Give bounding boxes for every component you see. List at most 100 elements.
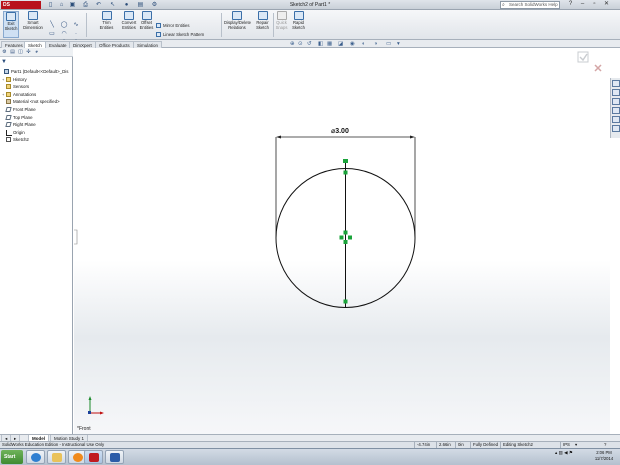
file-explorer-icon[interactable] xyxy=(612,98,620,105)
view-settings-icon[interactable]: ▭ xyxy=(386,41,391,48)
tree-item-origin[interactable]: Origin xyxy=(0,129,73,137)
exit-sketch-label: Exit Sketch xyxy=(4,21,18,31)
rapid-sketch-button[interactable]: Rapid Sketch xyxy=(290,11,307,38)
help-icon[interactable]: ? xyxy=(566,1,575,9)
edit-appearance-icon[interactable]: ◐ xyxy=(362,41,365,48)
filter-icon[interactable]: ▼ xyxy=(1,59,7,65)
tray-arrow-icon[interactable]: ▴ xyxy=(555,450,557,455)
network-icon[interactable]: ▥ xyxy=(559,450,563,455)
view-orientation-icon[interactable]: ▦ xyxy=(327,41,332,48)
point-tool-icon[interactable]: · xyxy=(72,31,80,38)
undo-icon[interactable]: ↶ xyxy=(94,1,103,9)
custom-properties-icon[interactable] xyxy=(612,125,620,132)
solidworks-logo[interactable]: DS SOLIDWORKS xyxy=(1,1,41,16)
tree-item-annotations[interactable]: + Annotations xyxy=(0,91,73,99)
display-delete-relations-button[interactable]: Display/Delete Relations xyxy=(224,11,251,38)
zoom-to-fit-icon[interactable]: ⊕ xyxy=(290,41,295,48)
view-settings-dropdown-icon[interactable]: ▾ xyxy=(397,41,400,48)
save-icon[interactable]: ▣ xyxy=(68,1,77,9)
plane-icon xyxy=(5,122,12,128)
feature-manager-tab-icon[interactable]: ⚙ xyxy=(1,49,8,56)
trim-entities-button[interactable]: Trim Entities xyxy=(95,11,118,38)
relation-marker-top[interactable] xyxy=(343,159,348,163)
circle-tool-icon[interactable]: ◯ xyxy=(60,22,68,29)
tree-item-sensors[interactable]: Sensors xyxy=(0,83,73,91)
rebuild-icon[interactable]: ● xyxy=(122,1,131,9)
solidworks-resources-icon[interactable] xyxy=(612,80,620,87)
tab-evaluate[interactable]: Evaluate xyxy=(45,41,71,48)
configuration-manager-tab-icon[interactable]: ◫ xyxy=(17,49,24,56)
tab-simulation[interactable]: Simulation xyxy=(133,41,163,48)
volume-icon[interactable]: ◀ xyxy=(564,450,567,455)
select-icon[interactable]: ↖ xyxy=(108,1,117,9)
tree-item-material[interactable]: Material <not specified> xyxy=(0,98,73,106)
open-icon[interactable]: ⌂ xyxy=(57,1,66,9)
sketch-canvas[interactable] xyxy=(74,48,610,434)
minimize-button[interactable]: – xyxy=(578,1,587,9)
zoom-to-area-icon[interactable]: ⊙ xyxy=(298,41,303,48)
design-library-icon[interactable] xyxy=(612,89,620,96)
view-palette-icon[interactable] xyxy=(612,107,620,114)
origin-marker-right xyxy=(348,235,352,240)
quick-snaps-button[interactable]: Quick Snaps xyxy=(275,11,288,38)
print-icon[interactable]: ⎙ xyxy=(81,1,90,9)
mirror-entities-button[interactable]: Mirror Entities xyxy=(156,23,190,30)
taskbar-solidworks[interactable] xyxy=(84,450,103,464)
cancel-sketch-icon[interactable] xyxy=(594,64,602,72)
tree-item-part[interactable]: Part1 (Default<<Default>_Dis xyxy=(0,68,73,76)
linear-sketch-pattern-button[interactable]: Linear Sketch Pattern xyxy=(156,32,204,39)
tree-item-front-plane[interactable]: Front Plane xyxy=(0,106,73,114)
spline-tool-icon[interactable]: ∿ xyxy=(72,22,80,29)
new-document-icon[interactable]: ▯ xyxy=(46,1,55,9)
tree-item-label: Origin xyxy=(13,129,25,135)
tree-item-top-plane[interactable]: Top Plane xyxy=(0,114,73,122)
center-point[interactable] xyxy=(343,230,348,235)
convert-entities-button[interactable]: Convert Entities xyxy=(119,11,139,38)
appearances-scenes-icon[interactable] xyxy=(612,116,620,123)
file-properties-icon[interactable]: ▤ xyxy=(136,1,145,9)
offset-entities-button[interactable]: Offset Entities xyxy=(139,11,154,38)
taskbar-ie[interactable] xyxy=(26,450,45,464)
taskbar-explorer[interactable] xyxy=(47,450,66,464)
tab-sketch[interactable]: Sketch xyxy=(24,41,46,48)
options-icon[interactable]: ⚙ xyxy=(150,1,159,9)
line-tool-icon[interactable]: ╲ xyxy=(48,22,56,29)
tree-item-right-plane[interactable]: Right Plane xyxy=(0,121,73,129)
exit-sketch-confirm-icon[interactable] xyxy=(577,51,589,63)
previous-view-icon[interactable]: ↺ xyxy=(307,41,312,48)
dimxpert-manager-tab-icon[interactable]: ✣ xyxy=(25,49,32,56)
diameter-dimension-label[interactable]: ⌀3.00 xyxy=(331,127,349,135)
tree-item-sketch2[interactable]: Sketch2 xyxy=(0,136,73,144)
display-manager-tab-icon[interactable]: ◕ xyxy=(33,49,40,56)
rectangle-tool-icon[interactable]: ▭ xyxy=(48,31,56,38)
model-tabs: ◂ ▸ Model Motion Study 1 xyxy=(0,434,620,442)
start-button[interactable]: Start xyxy=(1,450,23,464)
graphics-area[interactable]: ⌀3.00 *Front xyxy=(74,48,610,434)
help-search-input[interactable]: ⌕ Search SolidWorks Help xyxy=(500,1,560,9)
display-style-icon[interactable]: ◪ xyxy=(338,41,343,48)
taskbar-word[interactable] xyxy=(105,450,124,464)
tab-features[interactable]: Features xyxy=(1,41,27,48)
taskbar-clock[interactable]: 2:06 PM 11/7/2014 xyxy=(590,450,618,464)
apply-scene-icon[interactable]: ◑ xyxy=(374,41,377,48)
system-tray: ▴ ▥ ◀ ⚑ xyxy=(555,450,573,464)
tree-item-history[interactable]: + History xyxy=(0,76,73,84)
tab-office-products[interactable]: Office Products xyxy=(95,41,134,48)
endpoint-top[interactable] xyxy=(343,170,348,175)
arc-tool-icon[interactable]: ◠ xyxy=(60,31,68,38)
repair-sketch-button[interactable]: Repair Sketch xyxy=(253,11,272,38)
tab-dimxpert[interactable]: DimXpert xyxy=(69,41,96,48)
origin-marker-bottom xyxy=(343,240,348,244)
exit-sketch-button[interactable]: Exit Sketch xyxy=(3,11,19,38)
search-icon: ⌕ xyxy=(502,2,505,8)
section-view-icon[interactable]: ◧ xyxy=(318,41,323,48)
smart-dimension-button[interactable]: Smart Dimension xyxy=(22,11,44,38)
close-button[interactable]: ✕ xyxy=(602,1,611,9)
endpoint-bottom[interactable] xyxy=(343,299,348,304)
panel-splitter[interactable] xyxy=(74,229,78,245)
flag-icon[interactable]: ⚑ xyxy=(569,450,573,455)
restore-button[interactable]: ▫ xyxy=(590,1,599,9)
hide-show-items-icon[interactable]: ◉ xyxy=(350,41,355,48)
property-manager-tab-icon[interactable]: ▤ xyxy=(9,49,16,56)
mirror-label: Mirror Entities xyxy=(163,23,190,28)
